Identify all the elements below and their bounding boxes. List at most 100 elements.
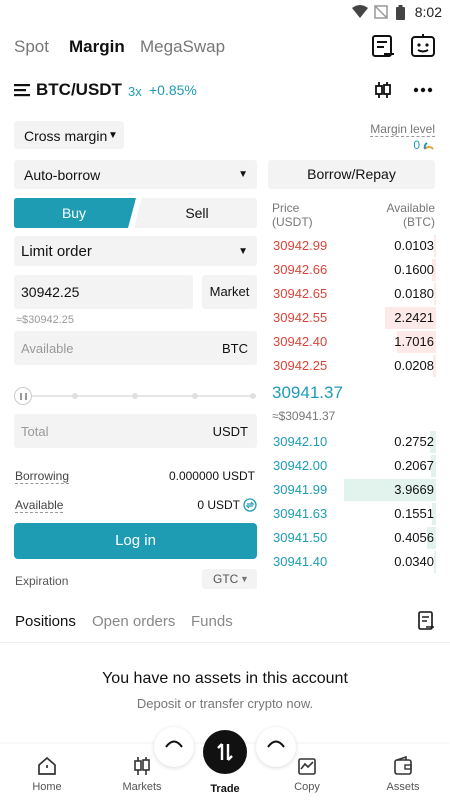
- nav-markets[interactable]: Markets: [107, 755, 177, 793]
- slider-handle[interactable]: [14, 387, 32, 405]
- buy-tab[interactable]: Buy: [14, 205, 134, 221]
- ask-row[interactable]: 30942.99 0.0103: [268, 234, 436, 258]
- nav-assets[interactable]: Assets: [368, 755, 438, 793]
- tab-spot[interactable]: Spot: [14, 37, 49, 57]
- tab-positions[interactable]: Positions: [15, 613, 76, 630]
- ask-depth-bar: [434, 235, 436, 257]
- gauge-icon: [423, 142, 434, 150]
- nav-assets-label: Assets: [386, 781, 420, 793]
- ask-row[interactable]: 30942.55 2.2421: [268, 306, 436, 330]
- market-price-button[interactable]: Market: [202, 275, 257, 309]
- no-signal-icon: [374, 5, 388, 19]
- caret-down-icon: ▼: [238, 246, 248, 257]
- ob-price-header: Price: [272, 201, 300, 215]
- bid-price: 30942.10: [273, 434, 328, 449]
- bid-price: 30941.40: [273, 554, 328, 569]
- sell-tab[interactable]: Sell: [137, 205, 257, 221]
- ask-row[interactable]: 30942.66 0.1600: [268, 258, 436, 282]
- slider-tick[interactable]: [72, 393, 78, 399]
- ob-amount-unit: (BTC): [403, 215, 435, 229]
- transfer-icon[interactable]: [243, 498, 257, 512]
- ask-row[interactable]: 30942.25 0.0208: [268, 354, 436, 378]
- margin-level-indicator: 0: [413, 138, 435, 152]
- ob-price-unit: (USDT): [272, 215, 313, 229]
- bid-row[interactable]: 30941.50 0.4056: [268, 526, 436, 550]
- order-history-icon[interactable]: [370, 33, 396, 59]
- nav-trade[interactable]: Trade: [190, 783, 260, 795]
- bid-row[interactable]: 30941.63 0.1551: [268, 502, 436, 526]
- margin-level-label[interactable]: Margin level: [370, 122, 435, 137]
- total-unit: USDT: [212, 424, 248, 439]
- order-type-select[interactable]: Limit order ▼: [14, 236, 257, 266]
- tab-megaswap[interactable]: MegaSwap: [140, 37, 225, 57]
- slider-tick[interactable]: [132, 393, 138, 399]
- margin-mode-select[interactable]: Cross margin ▼: [14, 121, 124, 149]
- ask-price: 30942.25: [273, 358, 328, 373]
- bid-price: 30941.50: [273, 530, 328, 545]
- price-input[interactable]: 30942.25: [14, 275, 193, 309]
- expiration-label: Expiration: [15, 574, 69, 588]
- ask-amount: 0.0180: [394, 286, 434, 301]
- bid-amount: 0.2752: [394, 434, 434, 449]
- expiration-select[interactable]: GTC ▼: [202, 569, 257, 589]
- total-input[interactable]: Total USDT: [14, 414, 257, 448]
- slider-tick[interactable]: [192, 393, 198, 399]
- ask-amount: 0.0208: [394, 358, 434, 373]
- ask-depth-bar: [434, 283, 436, 305]
- bid-row[interactable]: 30942.00 0.2067: [268, 454, 436, 478]
- battery-icon: [396, 5, 405, 20]
- bid-amount: 0.1551: [394, 506, 434, 521]
- ask-row[interactable]: 30942.40 1.7016: [268, 330, 436, 354]
- candlestick-icon: [134, 757, 150, 775]
- total-placeholder: Total: [21, 424, 49, 439]
- pair-symbol: BTC/USDT: [36, 80, 122, 99]
- leverage-badge: 3x: [128, 84, 142, 99]
- nav-copy[interactable]: Copy: [272, 755, 342, 793]
- last-price-usd: ≈$30941.37: [272, 409, 336, 423]
- bid-amount: 3.9669: [394, 482, 434, 497]
- caret-down-icon: ▼: [108, 130, 118, 141]
- nav-home[interactable]: Home: [12, 755, 82, 793]
- amount-slider[interactable]: [14, 386, 257, 406]
- tab-open-orders[interactable]: Open orders: [92, 613, 175, 630]
- status-bar: 8:02: [0, 0, 450, 24]
- arc-icon: [165, 740, 183, 748]
- bid-row[interactable]: 30941.99 3.9669: [268, 478, 436, 502]
- order-records-icon[interactable]: [417, 611, 435, 631]
- ask-amount: 1.7016: [394, 334, 434, 349]
- ob-amount-header: Available: [386, 201, 435, 215]
- slider-tick[interactable]: [250, 393, 256, 399]
- tab-margin[interactable]: Margin: [69, 37, 125, 57]
- amount-placeholder: Available: [21, 341, 74, 356]
- nav-home-label: Home: [32, 781, 62, 793]
- nav-markets-label: Markets: [122, 781, 162, 793]
- price-approx-usd: ≈$30942.25: [16, 314, 75, 326]
- price-change: +0.85%: [149, 82, 197, 98]
- ask-row[interactable]: 30942.65 0.0180: [268, 282, 436, 306]
- bot-icon[interactable]: [410, 33, 436, 59]
- bid-depth-bar: [434, 551, 436, 573]
- amount-input[interactable]: Available BTC: [14, 331, 257, 365]
- bid-amount: 0.2067: [394, 458, 434, 473]
- borrow-repay-button[interactable]: Borrow/Repay: [268, 160, 435, 189]
- home-icon: [38, 756, 56, 775]
- borrow-mode-select[interactable]: Auto-borrow ▼: [14, 160, 257, 189]
- bid-row[interactable]: 30942.10 0.2752: [268, 430, 436, 454]
- ask-amount: 0.1600: [394, 262, 434, 277]
- trade-fab[interactable]: [203, 730, 247, 774]
- candlestick-chart-icon[interactable]: [374, 81, 392, 99]
- available-label[interactable]: Available: [15, 498, 64, 513]
- price-value: 30942.25: [21, 284, 80, 300]
- divider: [0, 642, 450, 643]
- borrowing-value: 0.000000 USDT: [168, 469, 255, 483]
- more-icon[interactable]: [413, 87, 433, 93]
- login-button[interactable]: Log in: [14, 523, 257, 559]
- ask-amount: 2.2421: [394, 310, 434, 325]
- nav-trade-label: Trade: [210, 783, 240, 795]
- borrowing-label[interactable]: Borrowing: [15, 469, 70, 484]
- pair-selector[interactable]: BTC/USDT: [14, 80, 122, 100]
- caret-down-icon: ▼: [240, 574, 249, 584]
- tab-funds[interactable]: Funds: [191, 613, 233, 630]
- ask-price: 30942.55: [273, 310, 328, 325]
- bid-row[interactable]: 30941.40 0.0340: [268, 550, 436, 574]
